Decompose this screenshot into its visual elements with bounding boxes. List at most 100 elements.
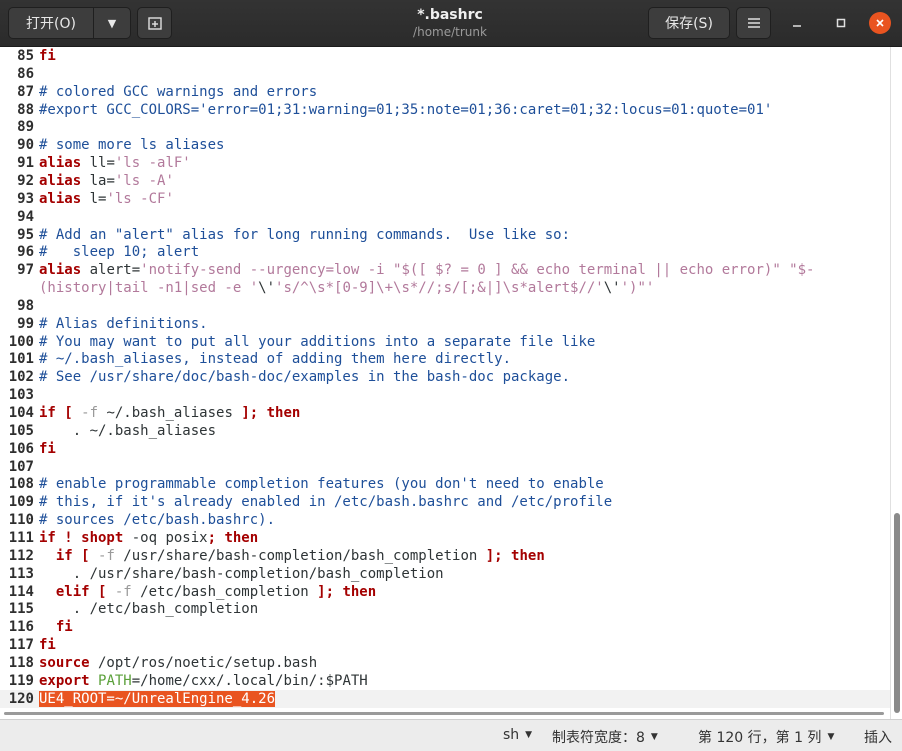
code-line[interactable]: 114 elif [ -f /etc/bash_completion ]; th… — [0, 583, 890, 601]
code-line[interactable]: 93 alias l='ls -CF' — [0, 190, 890, 208]
code-line[interactable]: 119 export PATH=/home/cxx/.local/bin/:$PA… — [0, 672, 890, 690]
code-token: # See /usr/share/doc/bash-doc/examples i… — [39, 369, 571, 386]
code-text: alias alert='notify-send --urgency=low -… — [39, 261, 814, 279]
code-line[interactable]: 86 — [0, 65, 890, 83]
code-text: alias ll='ls -alF' — [39, 154, 191, 172]
maximize-button[interactable] — [830, 12, 852, 34]
code-line[interactable]: 87 # colored GCC warnings and errors — [0, 83, 890, 101]
code-line[interactable]: 102 # See /usr/share/doc/bash-doc/example… — [0, 368, 890, 386]
line-number: 120 — [8, 690, 34, 707]
code-line[interactable]: 94 — [0, 208, 890, 226]
code-text: . /usr/share/bash-completion/bash_comple… — [39, 565, 444, 583]
open-menu-button[interactable]: ▼ — [93, 7, 131, 39]
code-line[interactable]: 96 # sleep 10; alert — [0, 243, 890, 261]
line-number: 107 — [8, 458, 34, 475]
code-text: # Alias definitions. — [39, 315, 208, 333]
open-button[interactable]: 打开(O) — [8, 7, 94, 39]
code-line[interactable]: 116 fi — [0, 618, 890, 636]
code-token: \' — [258, 280, 276, 297]
line-number: 90 — [17, 137, 34, 154]
code-token: (history|tail -n1|sed -e ' — [39, 280, 259, 297]
code-line[interactable]: 113 . /usr/share/bash-completion/bash_co… — [0, 565, 890, 583]
code-token: \' — [603, 280, 621, 297]
code-line[interactable]: 98 — [0, 297, 890, 315]
code-token: fi — [39, 637, 56, 654]
window-subtitle: /home/trunk — [413, 25, 487, 39]
code-token: /opt/ros/noetic/setup.bash — [89, 654, 318, 671]
code-token: # enable programmable completion feature… — [39, 476, 604, 493]
code-line[interactable]: 89 — [0, 118, 890, 136]
code-token: ]; then — [485, 547, 545, 564]
tab-width-label: 制表符宽度：8 — [552, 730, 645, 746]
code-line[interactable]: 107 — [0, 458, 890, 476]
code-line[interactable]: 85 fi — [0, 47, 890, 65]
code-line[interactable]: 103 — [0, 386, 890, 404]
code-line[interactable]: (history|tail -n1|sed -e '\''s/^\s*[0-9]… — [0, 279, 890, 297]
insert-mode-indicator[interactable]: 插入 — [864, 727, 892, 747]
code-text: . /etc/bash_completion — [39, 600, 258, 618]
code-line[interactable]: 118 source /opt/ros/noetic/setup.bash — [0, 654, 890, 672]
hamburger-menu-button[interactable] — [736, 7, 771, 39]
line-number: 88 — [17, 101, 34, 118]
code-token: # ~/.bash_aliases, instead of adding the… — [39, 351, 512, 368]
language-selector[interactable]: sh ▼ — [503, 727, 532, 743]
code-line[interactable]: 117 fi — [0, 636, 890, 654]
line-number: 104 — [8, 405, 34, 421]
vertical-scrollbar-thumb[interactable] — [894, 513, 900, 713]
new-document-button[interactable] — [137, 7, 172, 39]
code-text: # this, if it's already enabled in /etc/… — [39, 493, 612, 511]
code-token: # Alias definitions. — [39, 315, 208, 332]
tab-width-selector[interactable]: 制表符宽度：8 ▼ — [552, 727, 658, 747]
code-text: export PATH=/home/cxx/.local/bin/:$PATH — [39, 672, 368, 690]
code-line[interactable]: 110 # sources /etc/bash.bashrc). — [0, 511, 890, 529]
code-line[interactable]: 105 . ~/.bash_aliases — [0, 422, 890, 440]
code-token: export — [39, 672, 90, 689]
code-token: -oq posix — [123, 529, 208, 546]
line-number: 99 — [17, 315, 34, 332]
code-text: fi — [39, 440, 56, 458]
code-editor[interactable]: 85 fi 86 87 # colored GCC warnings and error… — [0, 47, 890, 719]
code-token: /etc/bash_completion — [131, 583, 318, 600]
line-number: 85 — [17, 48, 34, 64]
close-button[interactable] — [869, 12, 891, 34]
line-number: 108 — [8, 476, 34, 493]
status-bar: sh ▼ 制表符宽度：8 ▼ 第 120 行，第 1 列 ▼ 插入 — [0, 719, 902, 751]
line-number: 116 — [8, 619, 34, 636]
code-line[interactable]: 99 # Alias definitions. — [0, 315, 890, 333]
code-line[interactable]: 111 if ! shopt -oq posix; then — [0, 529, 890, 547]
line-number: 111 — [8, 529, 34, 546]
save-button[interactable]: 保存(S) — [648, 7, 730, 39]
code-text: # Add an "alert" alias for long running … — [39, 226, 570, 244]
horizontal-scrollbar[interactable] — [0, 707, 888, 719]
line-number: 105 — [8, 422, 34, 439]
code-line[interactable]: 115 . /etc/bash_completion — [0, 600, 890, 618]
code-line[interactable]: 109 # this, if it's already enabled in /e… — [0, 493, 890, 511]
code-line[interactable]: 88 #export GCC_COLORS='error=01;31:warnin… — [0, 101, 890, 119]
horizontal-scrollbar-thumb[interactable] — [4, 712, 884, 715]
line-number: 92 — [17, 172, 34, 189]
code-line[interactable]: 101 # ~/.bash_aliases, instead of adding … — [0, 350, 890, 368]
code-line[interactable]: 112 if [ -f /usr/share/bash-completion/b… — [0, 547, 890, 565]
code-line[interactable]: 95 # Add an "alert" alias for long runnin… — [0, 226, 890, 244]
code-token: if [ — [39, 405, 82, 421]
code-line[interactable]: 104 if [ -f ~/.bash_aliases ]; then — [0, 404, 890, 422]
code-line[interactable]: 97 alias alert='notify-send --urgency=low… — [0, 261, 890, 279]
close-icon — [876, 19, 884, 27]
code-token: # this, if it's already enabled in /etc/… — [39, 494, 613, 511]
code-line[interactable]: 91 alias ll='ls -alF' — [0, 154, 890, 172]
code-line[interactable]: 106 fi — [0, 440, 890, 458]
code-line[interactable]: 90 # some more ls aliases — [0, 136, 890, 154]
cursor-position-selector[interactable]: 第 120 行，第 1 列 ▼ — [698, 727, 834, 747]
line-number: 113 — [8, 565, 34, 582]
vertical-scrollbar[interactable] — [890, 47, 902, 719]
current-code-line[interactable]: 120 UE4_ROOT=~/UnrealEngine_4.26 — [0, 689, 890, 708]
code-line[interactable]: 108 # enable programmable completion feat… — [0, 475, 890, 493]
code-text: # colored GCC warnings and errors — [39, 83, 317, 101]
code-line[interactable]: 92 alias la='ls -A' — [0, 172, 890, 190]
code-token: alias — [39, 190, 82, 207]
code-line[interactable]: 100 # You may want to put all your additi… — [0, 333, 890, 351]
minimize-button[interactable] — [786, 12, 808, 34]
line-number: 100 — [8, 333, 34, 350]
code-token: if [ — [39, 547, 99, 564]
